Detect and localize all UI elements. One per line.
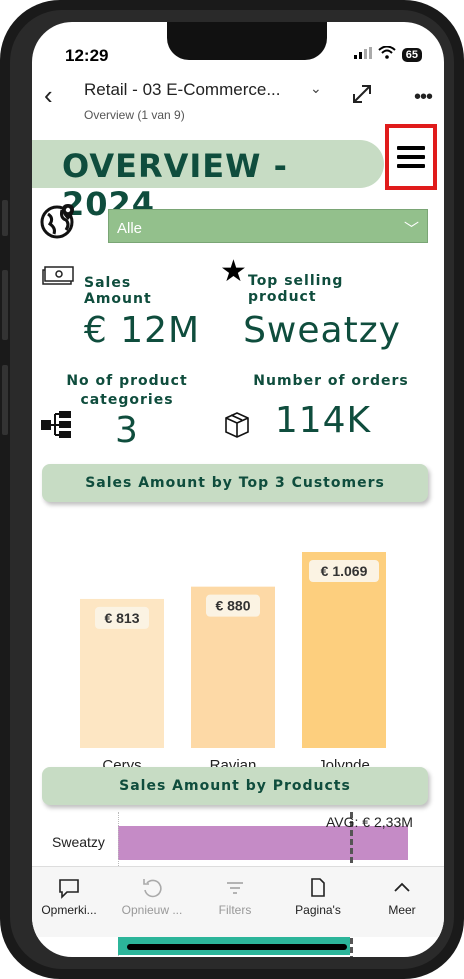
chevron-up-icon (362, 877, 442, 903)
data-label: € 880 (215, 598, 250, 614)
categories-label: No of product categories (62, 373, 192, 408)
home-indicator (127, 944, 347, 950)
globe-location-icon (40, 202, 78, 245)
nav-pages[interactable]: Pagina's (278, 877, 358, 917)
categories-label-line-2: categories (80, 392, 174, 408)
reset-icon (112, 877, 192, 903)
top-customers-section-title: Sales Amount by Top 3 Customers (42, 464, 428, 502)
nav-filters-label: Filters (218, 903, 252, 917)
more-options-icon[interactable]: ••• (414, 86, 433, 109)
avg-label: AVG: € 2,33M (326, 814, 413, 830)
wifi-icon (378, 45, 396, 64)
nav-comments-label: Opmerki... (41, 903, 97, 917)
nav-more[interactable]: Meer (362, 877, 442, 917)
top-customers-bar-chart: € 813 Cerys € 880 Ravian € 1.069 Jolynde (32, 502, 444, 782)
phone-frame: 12:29 65 ‹ Retail - 03 E-Commerce... ⌄ O… (0, 0, 464, 979)
product-bar-sweatzy[interactable] (118, 826, 408, 860)
expand-icon[interactable] (350, 82, 374, 112)
orders-label: Number of orders (253, 373, 409, 389)
product-label-sweatzy: Sweatzy (52, 834, 105, 850)
chevron-down-icon: ﹀ (403, 221, 419, 238)
chart-svg: € 813Cerys€ 880Ravian€ 1.069Jolynde (80, 552, 386, 774)
mute-switch (2, 200, 8, 236)
filter-icon (195, 877, 275, 903)
nav-pages-label: Pagina's (295, 903, 341, 917)
sales-amount-value: € 12M (83, 310, 201, 351)
nav-more-label: Meer (388, 903, 416, 917)
top-product-label: Top selling product (248, 273, 344, 305)
hierarchy-icon (41, 411, 73, 444)
money-icon (42, 266, 74, 291)
nav-comments[interactable]: Opmerki... (32, 877, 109, 917)
back-arrow-icon[interactable]: ‹ (44, 80, 53, 111)
products-section-title: Sales Amount by Products (42, 767, 428, 805)
bottom-navigation: Opmerki... Opnieuw ... Filters Pagina's (32, 866, 444, 937)
pages-icon (278, 877, 358, 903)
report-header: ‹ Retail - 03 E-Commerce... ⌄ Overview (… (32, 72, 444, 128)
report-title[interactable]: Retail - 03 E-Commerce... (84, 80, 281, 100)
signal-icon (353, 46, 372, 64)
dropdown-value: Alle (117, 220, 143, 237)
status-time: 12:29 (65, 46, 109, 65)
screen: 12:29 65 ‹ Retail - 03 E-Commerce... ⌄ O… (32, 22, 444, 957)
camera-notch (167, 22, 327, 60)
top-product-value: Sweatzy (243, 310, 401, 351)
nav-reset-label: Opnieuw ... (121, 903, 183, 917)
volume-up-button (2, 270, 8, 340)
status-icons: 65 (353, 45, 422, 64)
chevron-down-icon[interactable]: ⌄ (310, 80, 322, 97)
box-icon (222, 408, 252, 443)
star-icon: ★ (220, 255, 247, 288)
page-indicator: Overview (1 van 9) (84, 108, 185, 122)
data-label: € 1.069 (321, 563, 368, 579)
hamburger-menu-button[interactable] (385, 124, 437, 190)
categories-value: 3 (115, 410, 139, 451)
nav-filters[interactable]: Filters (195, 877, 275, 917)
nav-reset[interactable]: Opnieuw ... (112, 877, 192, 917)
categories-label-line-1: No of product (66, 373, 188, 389)
data-label: € 813 (104, 610, 139, 626)
battery-icon: 65 (401, 48, 422, 62)
orders-value: 114K (274, 400, 372, 441)
sales-amount-label: Sales Amount (84, 275, 152, 307)
overview-banner: OVERVIEW - 2024 (32, 140, 384, 223)
hamburger-icon (397, 141, 425, 173)
region-filter-dropdown[interactable]: Alle ﹀ (108, 209, 428, 243)
volume-down-button (2, 365, 8, 435)
comment-icon (32, 877, 109, 903)
